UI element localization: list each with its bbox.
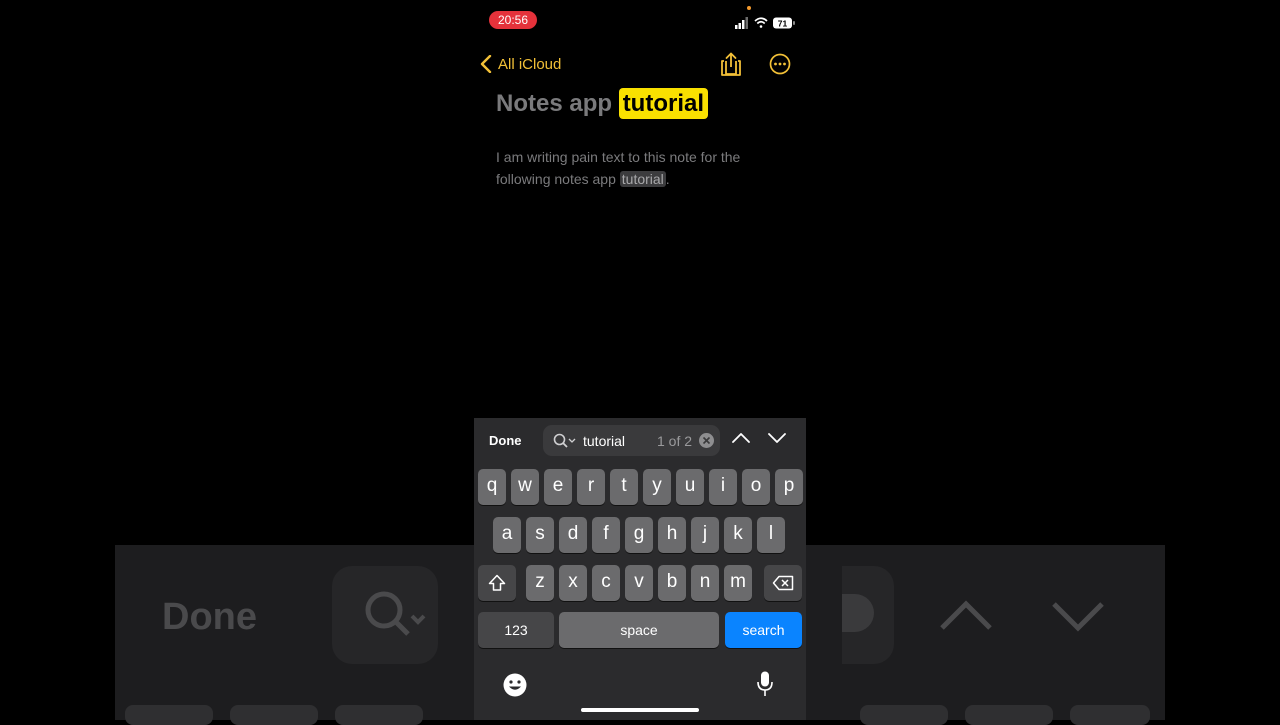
done-button[interactable]: Done: [489, 433, 522, 448]
background-key: [125, 705, 213, 725]
note-body-text: I am writing pain text to this note for …: [496, 149, 741, 187]
note-body-end: .: [665, 171, 670, 187]
svg-text:71: 71: [778, 19, 788, 29]
previous-match-icon[interactable]: [732, 432, 750, 444]
share-icon[interactable]: [720, 52, 742, 76]
find-query: tutorial: [583, 433, 626, 449]
background-key: [1070, 705, 1150, 725]
key-o[interactable]: o: [742, 469, 770, 505]
key-m[interactable]: m: [724, 565, 752, 601]
shift-icon: [488, 574, 506, 591]
home-indicator: [581, 708, 699, 712]
key-x[interactable]: x: [559, 565, 587, 601]
space-key[interactable]: space: [559, 612, 719, 648]
wifi-icon: [754, 17, 768, 28]
background-key: [230, 705, 318, 725]
background-key: [335, 705, 423, 725]
search-icon: [553, 433, 576, 448]
key-j[interactable]: j: [691, 517, 719, 553]
search-key[interactable]: search: [725, 612, 802, 648]
match-count: 1 of 2: [657, 433, 693, 449]
delete-key[interactable]: [764, 565, 802, 601]
find-field[interactable]: tutorial 1 of 2: [543, 425, 720, 456]
key-t[interactable]: t: [610, 469, 638, 505]
key-y[interactable]: y: [643, 469, 671, 505]
numbers-key[interactable]: 123: [478, 612, 554, 648]
key-l[interactable]: l: [757, 517, 785, 553]
key-i[interactable]: i: [709, 469, 737, 505]
keyboard-panel: Done tutorial 1 of 2 q w e r t y u i o p…: [474, 418, 806, 720]
backspace-icon: [772, 575, 794, 591]
clear-icon[interactable]: [699, 433, 714, 448]
key-n[interactable]: n: [691, 565, 719, 601]
note-body[interactable]: I am writing pain text to this note for …: [496, 146, 786, 190]
other-match-highlight: tutorial: [619, 171, 666, 187]
key-w[interactable]: w: [511, 469, 539, 505]
key-g[interactable]: g: [625, 517, 653, 553]
key-k[interactable]: k: [724, 517, 752, 553]
phone-screen: 20:56 71 All iCloud Notes app tutorial I…: [474, 0, 806, 720]
key-b[interactable]: b: [658, 565, 686, 601]
find-bar: Done tutorial 1 of 2: [474, 418, 806, 464]
key-q[interactable]: q: [478, 469, 506, 505]
key-f[interactable]: f: [592, 517, 620, 553]
status-icons: 71: [735, 17, 795, 29]
microphone-icon[interactable]: [756, 670, 774, 698]
note-title[interactable]: Notes app tutorial: [496, 88, 709, 119]
key-u[interactable]: u: [676, 469, 704, 505]
chevron-left-icon: [480, 55, 492, 73]
more-options-icon[interactable]: [769, 53, 791, 75]
battery-icon: 71: [773, 17, 795, 29]
background-key: [965, 705, 1053, 725]
shift-key[interactable]: [478, 565, 516, 601]
next-match-icon[interactable]: [768, 432, 786, 444]
background-chevron-down-icon: [1052, 602, 1104, 632]
key-s[interactable]: s: [526, 517, 554, 553]
back-button[interactable]: All iCloud: [480, 54, 561, 74]
key-d[interactable]: d: [559, 517, 587, 553]
background-chevron-up-icon: [940, 600, 992, 630]
background-key: [860, 705, 948, 725]
privacy-indicator: [747, 6, 751, 10]
background-done-label: Done: [162, 596, 257, 638]
back-label: All iCloud: [498, 55, 562, 73]
key-e[interactable]: e: [544, 469, 572, 505]
key-v[interactable]: v: [625, 565, 653, 601]
key-h[interactable]: h: [658, 517, 686, 553]
key-a[interactable]: a: [493, 517, 521, 553]
background-search-icon: [365, 591, 426, 636]
note-title-text: Notes app: [496, 90, 613, 117]
key-p[interactable]: p: [775, 469, 803, 505]
current-match-highlight: tutorial: [618, 88, 709, 119]
status-time: 20:56: [489, 11, 537, 29]
cellular-signal-icon: [735, 17, 748, 29]
background-search-field: [332, 566, 438, 664]
emoji-icon[interactable]: [502, 672, 528, 698]
key-z[interactable]: z: [526, 565, 554, 601]
key-c[interactable]: c: [592, 565, 620, 601]
key-r[interactable]: r: [577, 469, 605, 505]
